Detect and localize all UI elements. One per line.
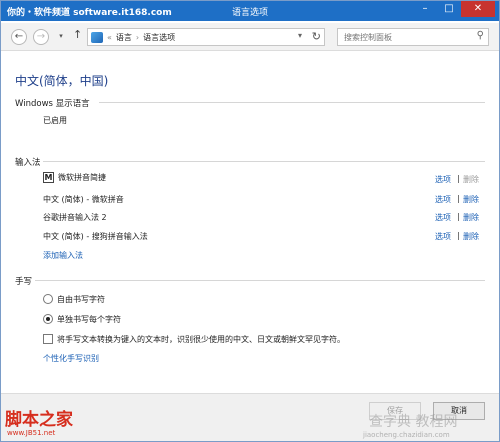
window: 你的・软件频道 software.it168.com 语言选项 – □ ✕ ← … bbox=[0, 0, 500, 442]
options-link[interactable]: 选项 bbox=[435, 194, 451, 205]
single-character-radio-label[interactable]: 单独书写每个字符 bbox=[57, 314, 121, 325]
navigation-bar: ← → ▾ ↑ « 语言 › 语言选项 ▾ ↻ ⚲ bbox=[1, 23, 499, 51]
ime-item-label: 微软拼音简捷 bbox=[58, 173, 106, 182]
up-button[interactable]: ↑ bbox=[73, 28, 82, 41]
search-icon[interactable]: ⚲ bbox=[477, 30, 484, 41]
breadcrumb-language-options[interactable]: 语言选项 bbox=[143, 32, 175, 43]
maximize-icon[interactable]: □ bbox=[437, 1, 461, 17]
delete-link[interactable]: 删除 bbox=[463, 231, 479, 242]
rare-characters-checkbox-label[interactable]: 将手写文本转换为键入的文本时，识别很少使用的中文、日文或朝鲜文罕见字符。 bbox=[57, 334, 345, 345]
ime-m-icon: M bbox=[43, 172, 54, 183]
breadcrumb-overflow[interactable]: « bbox=[107, 33, 112, 42]
title-bar: 你的・软件频道 software.it168.com 语言选项 – □ ✕ bbox=[1, 1, 499, 21]
ime-item-microsoft-pinyin-simple: M 微软拼音简捷 bbox=[43, 172, 106, 183]
display-language-status: 已启用 bbox=[43, 116, 67, 125]
window-controls: – □ ✕ bbox=[413, 1, 495, 17]
close-icon[interactable]: ✕ bbox=[461, 1, 495, 17]
arrow-right-icon: → bbox=[36, 31, 46, 42]
options-link[interactable]: 选项 bbox=[435, 212, 451, 223]
page-title: 中文(简体，中国) bbox=[15, 74, 109, 88]
options-link[interactable]: 选项 bbox=[435, 231, 451, 242]
divider bbox=[43, 161, 485, 162]
ime-item-sogou-pinyin: 中文 (简体) - 搜狗拼音输入法 bbox=[43, 232, 148, 241]
search-box: ⚲ bbox=[337, 28, 489, 46]
refresh-icon[interactable]: ↻ bbox=[312, 30, 321, 43]
arrow-up-icon: ↑ bbox=[73, 28, 83, 41]
divider bbox=[35, 280, 485, 281]
link-separator: | bbox=[457, 194, 460, 203]
personalize-handwriting-link[interactable]: 个性化手写识别 bbox=[43, 353, 99, 364]
control-panel-icon bbox=[91, 31, 103, 43]
link-separator: | bbox=[457, 231, 460, 240]
freeform-radio[interactable] bbox=[43, 294, 53, 304]
search-input[interactable] bbox=[338, 29, 468, 45]
chevron-down-icon[interactable]: ▾ bbox=[298, 31, 302, 40]
delete-link[interactable]: 删除 bbox=[463, 194, 479, 205]
link-separator: | bbox=[457, 212, 460, 221]
forward-button[interactable]: → bbox=[33, 29, 49, 45]
ime-heading: 输入法 bbox=[15, 158, 41, 168]
handwriting-heading: 手写 bbox=[15, 277, 33, 287]
arrow-left-icon: ← bbox=[14, 31, 24, 42]
single-character-radio[interactable] bbox=[43, 314, 53, 324]
back-button[interactable]: ← bbox=[11, 29, 27, 45]
ime-item-microsoft-pinyin: 中文 (简体) - 微软拼音 bbox=[43, 195, 124, 204]
watermark-right: 查字典 教程网 bbox=[369, 414, 458, 430]
watermark-url: www.JB51.net bbox=[7, 429, 56, 437]
delete-link-disabled: 删除 bbox=[463, 175, 479, 184]
breadcrumb-language[interactable]: 语言 bbox=[116, 32, 132, 43]
add-input-method-link[interactable]: 添加输入法 bbox=[43, 250, 83, 261]
watermark-brand: 脚本之家 bbox=[5, 410, 73, 430]
rare-characters-checkbox[interactable] bbox=[43, 334, 53, 344]
ime-item-google-pinyin: 谷歌拼音输入法 2 bbox=[43, 213, 107, 222]
address-bar[interactable]: « 语言 › 语言选项 ▾ ↻ bbox=[87, 28, 325, 46]
freeform-radio-label[interactable]: 自由书写字符 bbox=[57, 294, 105, 305]
display-language-heading: Windows 显示语言 bbox=[15, 99, 90, 109]
breadcrumb-separator: › bbox=[135, 32, 140, 42]
divider bbox=[99, 102, 485, 103]
watermark-right-url: jiaocheng.chazidian.com bbox=[363, 431, 450, 439]
link-separator: | bbox=[457, 174, 460, 183]
minimize-icon[interactable]: – bbox=[413, 1, 437, 17]
options-link[interactable]: 选项 bbox=[435, 174, 451, 185]
recent-dropdown-icon[interactable]: ▾ bbox=[53, 29, 69, 45]
delete-link[interactable]: 删除 bbox=[463, 212, 479, 223]
